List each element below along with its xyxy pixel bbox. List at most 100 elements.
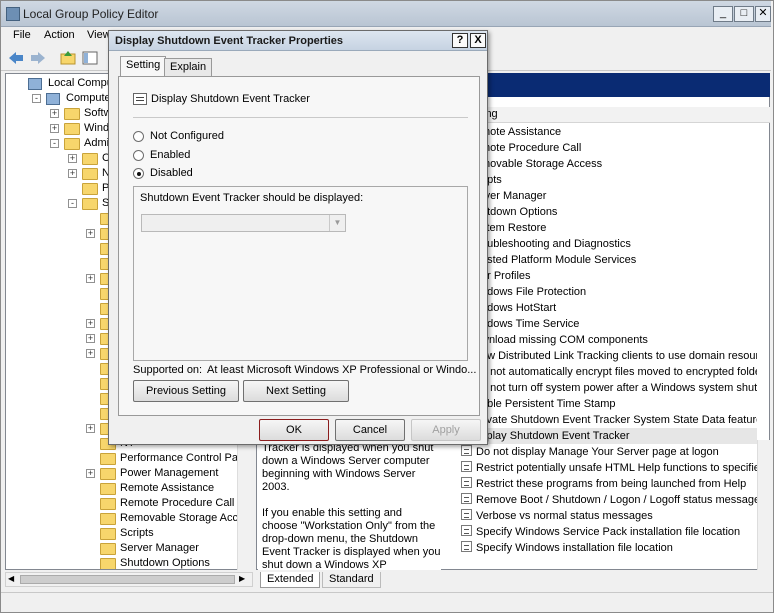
setting-row[interactable]: ow Distributed Link Tracking clients to …: [441, 348, 757, 364]
tree-scrollbar[interactable]: [237, 430, 251, 570]
folder-icon: [100, 558, 116, 569]
tree-item-label: Performance Control Panel: [120, 452, 251, 464]
forward-icon[interactable]: [29, 49, 47, 67]
menu-action[interactable]: Action: [44, 29, 75, 41]
scroll-right-icon[interactable]: ▶: [239, 574, 245, 583]
window-title: Local Group Policy Editor: [23, 7, 159, 21]
tab-explain[interactable]: Explain: [164, 58, 213, 77]
scroll-thumb[interactable]: [20, 575, 235, 584]
up-folder-icon[interactable]: [59, 49, 77, 67]
folder-icon: [64, 108, 80, 120]
next-setting-button[interactable]: Next Setting: [243, 380, 349, 402]
settings-scrollbar[interactable]: [757, 440, 770, 570]
tree-item-label: Shutdown Options: [120, 557, 210, 569]
setting-row[interactable]: stem Restore: [441, 220, 757, 236]
show-hide-tree-icon[interactable]: [81, 49, 99, 67]
folder-icon: [100, 513, 116, 525]
label-enabled: Enabled: [150, 149, 191, 161]
setting-row[interactable]: ripts: [441, 172, 757, 188]
tree-item-label: Remote Assistance: [120, 482, 215, 494]
cancel-button[interactable]: Cancel: [335, 419, 405, 441]
setting-row[interactable]: ndows HotStart: [441, 300, 757, 316]
policy-setting-icon: [461, 509, 472, 520]
setting-label: oubleshooting and Diagnostics: [481, 238, 631, 250]
dialog-help-button[interactable]: ?: [452, 33, 468, 48]
previous-setting-button[interactable]: Previous Setting: [133, 380, 239, 402]
menu-file[interactable]: File: [13, 29, 31, 41]
setting-row[interactable]: o not automatically encrypt files moved …: [441, 364, 757, 380]
setting-row[interactable]: Specify Windows Service Pack installatio…: [441, 524, 757, 540]
setting-row[interactable]: Do not display Manage Your Server page a…: [441, 444, 757, 460]
setting-row[interactable]: o not turn off system power after a Wind…: [441, 380, 757, 396]
expand-icon[interactable]: +: [50, 124, 59, 133]
setting-row[interactable]: Restrict these programs from being launc…: [441, 476, 757, 492]
setting-row[interactable]: utdown Options: [441, 204, 757, 220]
setting-row[interactable]: Specify Windows installation file locati…: [441, 540, 757, 556]
maximize-button[interactable]: □: [734, 6, 754, 22]
radio-enabled[interactable]: [133, 150, 144, 161]
expand-icon[interactable]: +: [86, 319, 95, 328]
setting-row[interactable]: er Profiles: [441, 268, 757, 284]
policy-setting-icon: [461, 541, 472, 552]
display-mode-combo[interactable]: ▼: [141, 214, 346, 232]
collapse-icon[interactable]: -: [68, 199, 77, 208]
expand-icon[interactable]: +: [50, 109, 59, 118]
setting-label: rver Manager: [481, 190, 547, 202]
setting-row[interactable]: mote Procedure Call: [441, 140, 757, 156]
setting-row[interactable]: splay Shutdown Event Tracker: [441, 428, 757, 444]
chevron-down-icon[interactable]: ▼: [329, 215, 345, 231]
setting-row[interactable]: Verbose vs normal status messages: [441, 508, 757, 524]
radio-not-configured[interactable]: [133, 131, 144, 142]
setting-row[interactable]: able Persistent Time Stamp: [441, 396, 757, 412]
tab-extended[interactable]: Extended: [260, 572, 321, 588]
setting-row[interactable]: usted Platform Module Services: [441, 252, 757, 268]
back-icon[interactable]: [7, 49, 25, 67]
setting-row[interactable]: rver Manager: [441, 188, 757, 204]
expand-icon[interactable]: +: [86, 349, 95, 358]
tree-item-label: Server Manager: [120, 542, 199, 554]
scroll-left-icon[interactable]: ◀: [8, 574, 14, 583]
collapse-icon[interactable]: -: [50, 139, 59, 148]
close-button[interactable]: ✕: [755, 6, 771, 22]
setting-row[interactable]: tivate Shutdown Event Tracker System Sta…: [441, 412, 757, 428]
ok-button[interactable]: OK: [259, 419, 329, 441]
gpedit-icon: [6, 7, 20, 21]
settings-list: mote Assistance mote Procedure Call movabl…: [441, 124, 757, 564]
label-not-configured: Not Configured: [150, 130, 224, 142]
expand-icon[interactable]: +: [86, 274, 95, 283]
expand-icon[interactable]: +: [68, 154, 77, 163]
setting-row[interactable]: Restrict potentially unsafe HTML Help fu…: [441, 460, 757, 476]
setting-label: Specify Windows installation file locati…: [476, 542, 673, 554]
setting-label: ndows Time Service: [481, 318, 580, 330]
tree-hscrollbar[interactable]: ◀ ▶: [5, 572, 253, 587]
expand-icon[interactable]: +: [68, 169, 77, 178]
tab-setting[interactable]: Setting: [120, 56, 167, 78]
collapse-icon[interactable]: -: [32, 94, 41, 103]
setting-label: usted Platform Module Services: [481, 254, 637, 266]
expand-icon[interactable]: +: [86, 229, 95, 238]
folder-icon: [100, 453, 116, 465]
apply-button[interactable]: Apply: [411, 419, 481, 441]
setting-row[interactable]: wnload missing COM components: [441, 332, 757, 348]
setting-label: Verbose vs normal status messages: [476, 510, 653, 522]
setting-label: utdown Options: [481, 206, 558, 218]
setting-label: able Persistent Time Stamp: [481, 398, 616, 410]
setting-row[interactable]: ndows File Protection: [441, 284, 757, 300]
expand-icon[interactable]: +: [86, 424, 95, 433]
expand-icon[interactable]: +: [86, 334, 95, 343]
folder-icon: [100, 528, 116, 540]
setting-row[interactable]: mote Assistance: [441, 124, 757, 140]
setting-row[interactable]: Remove Boot / Shutdown / Logon / Logoff …: [441, 492, 757, 508]
setting-row[interactable]: oubleshooting and Diagnostics: [441, 236, 757, 252]
minimize-button[interactable]: _: [713, 6, 733, 22]
setting-label: mote Assistance: [481, 126, 562, 138]
dialog-close-button[interactable]: X: [470, 33, 486, 48]
description-line: If you enable this setting and: [262, 507, 403, 519]
radio-disabled[interactable]: [133, 168, 144, 179]
tab-standard[interactable]: Standard: [322, 572, 381, 588]
setting-row[interactable]: movable Storage Access: [441, 156, 757, 172]
view-tabs: Extended Standard: [256, 571, 770, 589]
setting-row[interactable]: ndows Time Service: [441, 316, 757, 332]
folder-icon: [64, 123, 80, 135]
expand-icon[interactable]: +: [86, 469, 95, 478]
